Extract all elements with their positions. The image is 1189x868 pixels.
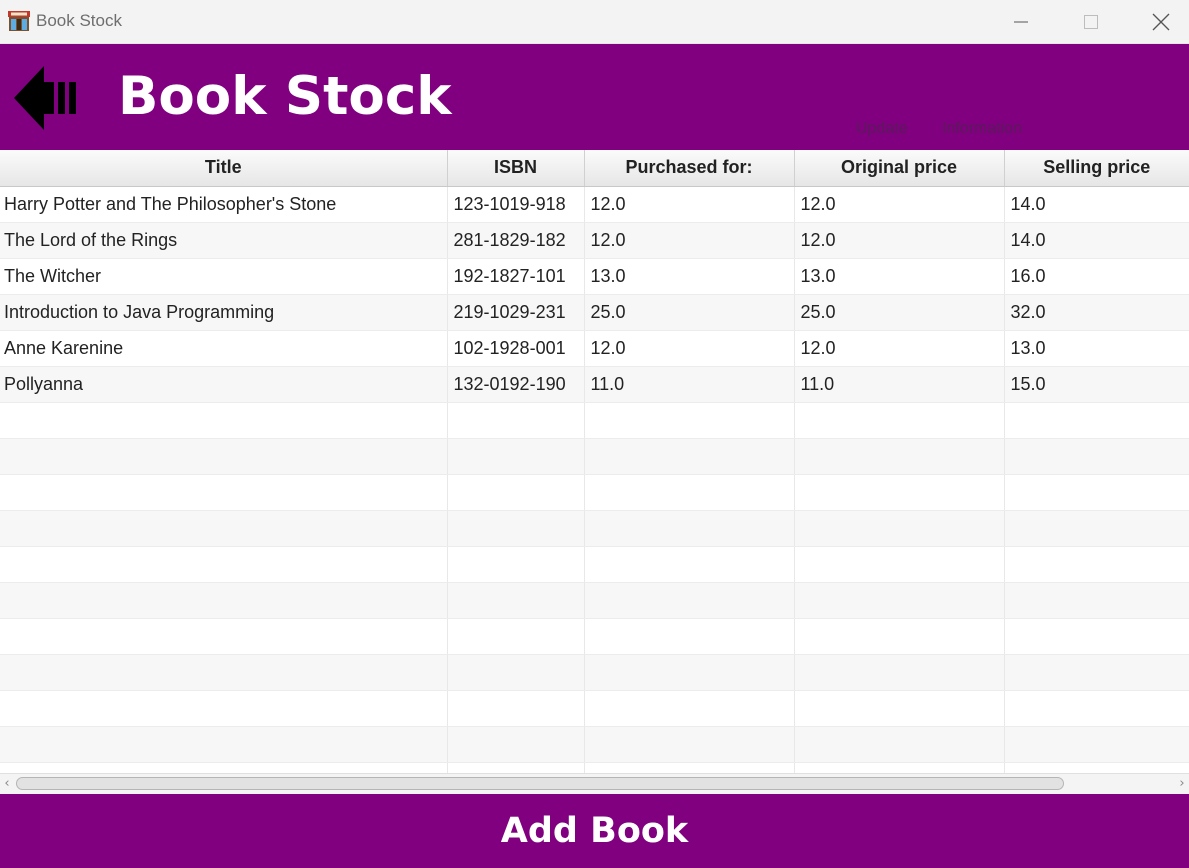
table-header-row: Title ISBN Purchased for: Original price… (0, 150, 1189, 187)
cell-selling-price: 15.0 (1004, 366, 1189, 403)
cell-purchased-for: 13.0 (584, 258, 795, 295)
empty-table-row[interactable] (0, 510, 1189, 547)
cell-title: Anne Karenine (0, 330, 448, 367)
scrollbar-thumb[interactable] (16, 777, 1064, 790)
cell-selling-price: 14.0 (1004, 222, 1189, 259)
table-row[interactable]: Harry Potter and The Philosopher's Stone… (0, 186, 1189, 223)
cell-original-price: 25.0 (794, 294, 1005, 331)
table-row[interactable]: Pollyanna 132-0192-190 11.0 11.0 15.0 (0, 366, 1189, 403)
empty-table-row[interactable] (0, 582, 1189, 619)
cell-selling-price: 13.0 (1004, 330, 1189, 367)
cell-original-price: 11.0 (794, 366, 1005, 403)
cell-original-price: 13.0 (794, 258, 1005, 295)
book-stock-window: Book Stock Book Stock Update Information… (0, 0, 1189, 868)
cell-original-price: 12.0 (794, 222, 1005, 259)
add-book-button[interactable]: Add Book (0, 794, 1189, 868)
back-arrow-icon[interactable] (12, 64, 82, 132)
empty-table-row[interactable] (0, 474, 1189, 511)
maximize-icon (1084, 15, 1098, 29)
cell-original-price: 12.0 (794, 186, 1005, 223)
scroll-right-arrow-icon[interactable]: › (1175, 774, 1189, 794)
empty-table-row[interactable] (0, 546, 1189, 583)
column-header-isbn[interactable]: ISBN (447, 150, 585, 187)
book-table[interactable]: Title ISBN Purchased for: Original price… (0, 150, 1189, 773)
empty-table-row[interactable] (0, 762, 1189, 773)
cell-title: Harry Potter and The Philosopher's Stone (0, 186, 448, 223)
cell-title: Pollyanna (0, 366, 448, 403)
column-header-title[interactable]: Title (0, 150, 448, 187)
title-bar: Book Stock (0, 0, 1189, 44)
empty-table-row[interactable] (0, 726, 1189, 763)
cell-purchased-for: 12.0 (584, 186, 795, 223)
cell-isbn: 219-1029-231 (447, 294, 585, 331)
table-row[interactable]: The Witcher 192-1827-101 13.0 13.0 16.0 (0, 258, 1189, 295)
empty-table-row[interactable] (0, 690, 1189, 727)
scroll-left-arrow-icon[interactable]: ‹ (0, 774, 14, 794)
cell-isbn: 123-1019-918 (447, 186, 585, 223)
cell-title: The Witcher (0, 258, 448, 295)
update-link[interactable]: Update (856, 120, 908, 138)
cell-title: The Lord of the Rings (0, 222, 448, 259)
empty-table-row[interactable] (0, 654, 1189, 691)
column-header-purchased-for[interactable]: Purchased for: (584, 150, 795, 187)
information-link[interactable]: Information (942, 120, 1022, 138)
cell-purchased-for: 11.0 (584, 366, 795, 403)
table-row[interactable]: The Lord of the Rings 281-1829-182 12.0 … (0, 222, 1189, 259)
cell-selling-price: 32.0 (1004, 294, 1189, 331)
cell-isbn: 281-1829-182 (447, 222, 585, 259)
horizontal-scrollbar[interactable]: ‹ › (0, 773, 1189, 794)
cell-selling-price: 14.0 (1004, 186, 1189, 223)
cell-original-price: 12.0 (794, 330, 1005, 367)
table-row[interactable]: Introduction to Java Programming 219-102… (0, 294, 1189, 331)
column-header-original-price[interactable]: Original price (794, 150, 1005, 187)
minimize-icon (1014, 21, 1028, 23)
maximize-button[interactable] (1056, 0, 1126, 44)
empty-table-row[interactable] (0, 438, 1189, 475)
table-row[interactable]: Anne Karenine 102-1928-001 12.0 12.0 13.… (0, 330, 1189, 367)
empty-table-row[interactable] (0, 618, 1189, 655)
cell-isbn: 132-0192-190 (447, 366, 585, 403)
close-icon (1152, 13, 1170, 31)
minimize-button[interactable] (986, 0, 1056, 44)
close-button[interactable] (1126, 0, 1189, 44)
cell-title: Introduction to Java Programming (0, 294, 448, 331)
empty-table-row[interactable] (0, 402, 1189, 439)
cell-purchased-for: 12.0 (584, 330, 795, 367)
cell-selling-price: 16.0 (1004, 258, 1189, 295)
cell-isbn: 192-1827-101 (447, 258, 585, 295)
bookstore-icon (8, 11, 30, 31)
cell-isbn: 102-1928-001 (447, 330, 585, 367)
cell-purchased-for: 12.0 (584, 222, 795, 259)
header-bar: Book Stock Update Information (0, 44, 1189, 150)
column-header-selling-price[interactable]: Selling price (1004, 150, 1189, 187)
cell-purchased-for: 25.0 (584, 294, 795, 331)
page-title: Book Stock (118, 66, 452, 127)
window-title: Book Stock (36, 11, 122, 30)
